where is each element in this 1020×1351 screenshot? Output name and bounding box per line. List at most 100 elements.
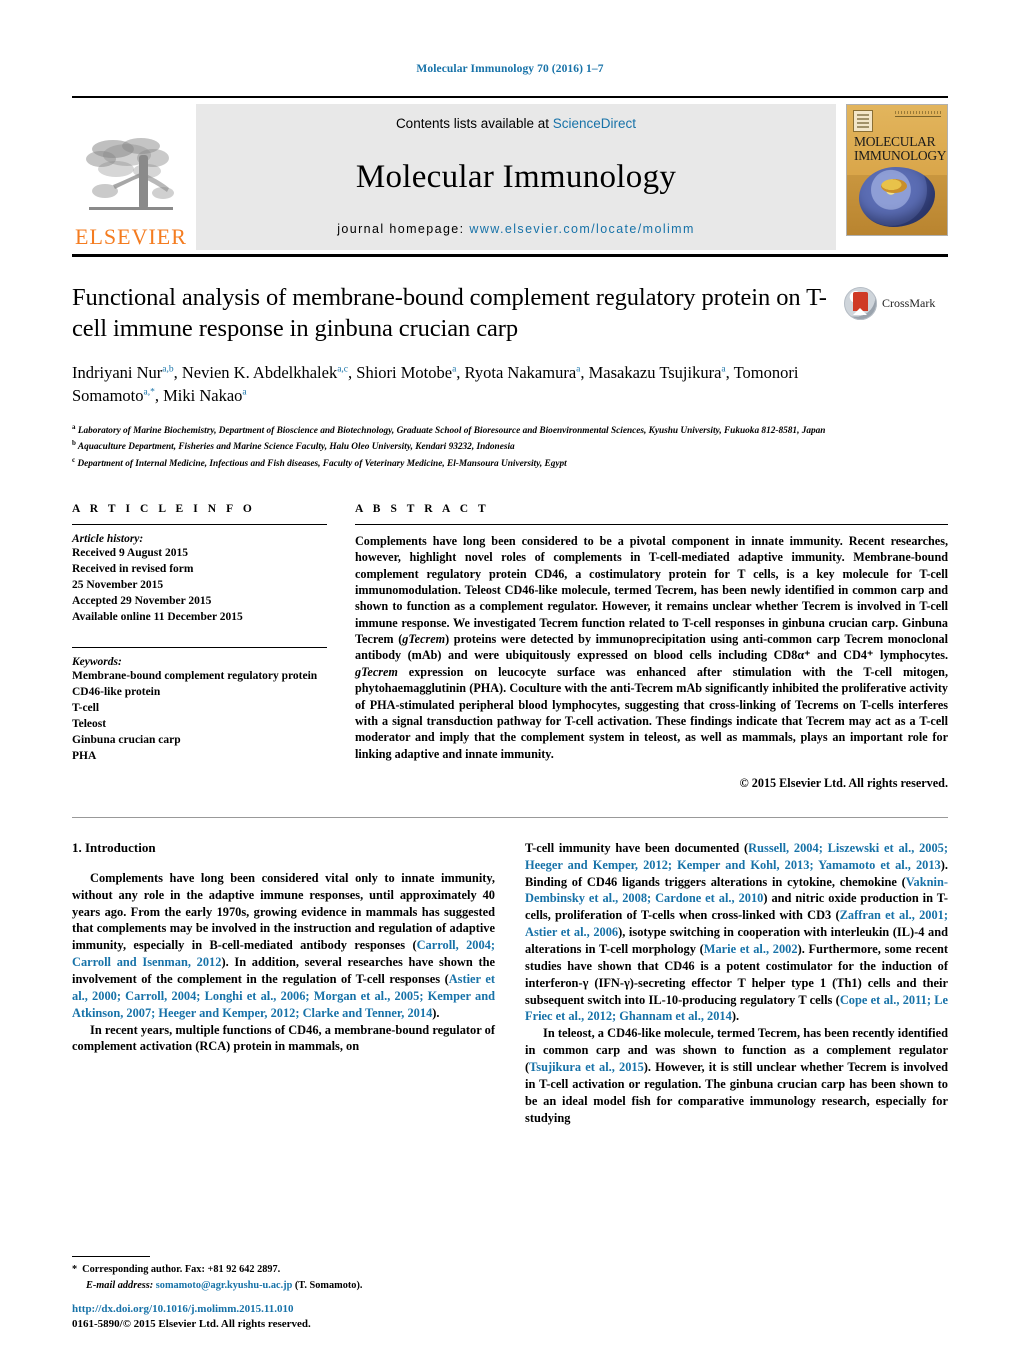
keyword-item: Membrane-bound complement regulatory pro… [72,670,318,683]
article-history-list: Received 9 August 2015 Received in revis… [72,546,327,625]
body-column-left: 1. Introduction Complements have long be… [72,840,495,1127]
abstract-column: A B S T R A C T Complements have long be… [355,503,948,791]
affiliation-mark: a [72,422,76,431]
keyword-item: Teleost [72,717,107,730]
author-affiliation-mark: a,* [143,387,155,398]
abstract-copyright: © 2015 Elsevier Ltd. All rights reserved… [739,775,948,790]
author-affiliation-mark: a [242,387,247,398]
author-affiliation-mark: a,c [337,364,349,375]
running-head: Molecular Immunology 70 (2016) 1–7 [416,63,604,75]
doi-block: http://dx.doi.org/10.1016/j.molimm.2015.… [72,1302,311,1333]
keywords-divider [72,647,327,649]
footnote-line-1: * Corresponding author. Fax: +81 92 642 2… [72,1262,497,1277]
crossmark-label: CrossMark [882,296,936,310]
abstract-paragraph: Complements have long been considered to… [355,533,948,762]
author-affiliation-mark: a,b [162,364,174,375]
crossmark-badge[interactable]: CrossMark [844,283,948,320]
info-abstract-row: A R T I C L E I N F O Article history: R… [72,503,948,791]
keyword-item: Ginbuna crucian carp [72,733,181,746]
intro-paragraph-3: In teleost, a CD46-like molecule, termed… [525,1025,948,1126]
body-top-divider [72,816,948,818]
issn-copyright-line: 0161-5890/© 2015 Elsevier Ltd. All right… [72,1318,311,1331]
sciencedirect-link[interactable]: ScienceDirect [553,116,636,131]
article-page: Molecular Immunology 70 (2016) 1–7 ELSEV… [0,0,1020,1351]
abstract-text-1: Complements have long been considered to… [355,534,948,647]
keyword-item: CD46-like protein [72,686,161,699]
affiliation-mark: c [72,455,76,464]
author-list: Indriyani Nura,b, Nevien K. Abdelkhaleka… [72,361,830,408]
footnote-email-suffix: (T. Somamoto). [294,1279,363,1291]
citation-link[interactable]: Marie et al., 2002 [704,942,798,956]
body-column-right: T-cell immunity have been documented (Ru… [525,840,948,1127]
homepage-url-link[interactable]: www.elsevier.com/locate/molimm [469,222,694,236]
journal-cover-thumbnail: MOLECULAR IMMUNOLOGY [846,104,948,236]
citation-link[interactable]: Tsujikura et al., 2015 [529,1060,644,1074]
section-heading-introduction: 1. Introduction [72,839,156,855]
author-name: Shiori Motobe [356,362,453,382]
history-item: Accepted 29 November 2015 [72,594,212,607]
keywords-block: Keywords: Membrane-bound complement regu… [72,647,327,764]
author-name: Masakazu Tsujikura [588,362,722,382]
author-name: Miki Nakao [163,386,243,406]
footnote-star-mark: * [72,1264,78,1276]
intro-paragraph-1-continued: T-cell immunity have been documented (Ru… [525,840,948,1025]
page-title: Functional analysis of membrane-bound co… [72,284,827,342]
author-affiliation-mark: a [721,364,726,375]
affiliation-text: Laboratory of Marine Biochemistry, Depar… [77,425,826,436]
article-history-label: Article history: [72,533,144,546]
title-area: Functional analysis of membrane-bound co… [72,283,948,408]
cover-journal-name: MOLECULAR IMMUNOLOGY [854,134,947,163]
author-affiliation-mark: a [576,364,581,375]
journal-title: Molecular Immunology [355,158,677,195]
abstract-text-3: expression on leucocyte surface was enha… [355,664,948,761]
abstract-divider [355,524,948,526]
contents-prefix: Contents lists available at [395,116,553,131]
affiliation-text: Department of Internal Medicine, Infecti… [77,458,567,469]
article-info-divider [72,524,327,526]
history-item: Received 9 August 2015 [72,547,188,560]
intro-paragraph-1: Complements have long been considered vi… [72,870,495,1022]
affiliation-mark: b [72,439,76,448]
elsevier-tree-icon [86,138,174,210]
affiliation-item: a Laboratory of Marine Biochemistry, Dep… [72,422,948,439]
cover-journal-name-line1: MOLECULAR [854,134,936,149]
crossmark-icon [844,287,877,320]
elsevier-logo: ELSEVIER [72,104,190,250]
affiliation-item: b Aquaculture Department, Fisheries and … [72,438,948,455]
homepage-label: journal homepage: [337,222,470,236]
affiliation-text: Aquaculture Department, Fisheries and Ma… [77,442,515,453]
intro-text: ). [731,1009,740,1024]
author-affiliation-mark: a [452,364,457,375]
cover-publisher-badge-icon [853,110,873,132]
abstract-italic-1: gTecrem [402,632,446,647]
footnote-body: * Corresponding author. Fax: +81 92 642 2… [72,1262,497,1293]
corresponding-author-footnote: * Corresponding author. Fax: +81 92 642 2… [72,1256,497,1293]
title-and-authors: Functional analysis of membrane-bound co… [72,283,844,408]
history-item: 25 November 2015 [72,578,164,591]
journal-band: Contents lists available at ScienceDirec… [196,104,836,250]
keyword-item: T-cell [72,702,100,715]
footnote-divider [72,1256,150,1258]
footnote-line-2: E-mail address: somamoto@agr.kyushu-u.ac… [72,1278,497,1293]
keywords-label: Keywords: [72,656,122,669]
footnote-email-label: E-mail address: [86,1279,154,1291]
author-name: Nevien K. Abdelkhalek [181,362,338,382]
affiliation-item: c Department of Internal Medicine, Infec… [72,455,948,472]
body-columns: 1. Introduction Complements have long be… [72,840,948,1127]
contents-available-line: Contents lists available at ScienceDirec… [396,116,636,131]
doi-link[interactable]: http://dx.doi.org/10.1016/j.molimm.2015.… [72,1302,311,1318]
elsevier-wordmark: ELSEVIER [75,224,187,249]
affiliation-list: a Laboratory of Marine Biochemistry, Dep… [72,422,948,472]
keyword-item: PHA [72,749,97,762]
article-info-column: A R T I C L E I N F O Article history: R… [72,503,355,764]
history-item: Available online 11 December 2015 [72,610,243,623]
intro-text: ). [432,1005,440,1020]
abstract-body: Complements have long been considered to… [355,533,948,762]
abstract-heading: A B S T R A C T [355,503,490,516]
author-line-1: Indriyani Nura,b, Nevien K. Abdelkhaleka… [72,362,589,382]
journal-masthead: ELSEVIER Contents lists available at Sci… [72,96,948,257]
author-name: Ryota Nakamura [464,362,577,382]
author-name: Indriyani Nur [72,362,163,382]
footnote-email-link[interactable]: somamoto@agr.kyushu-u.ac.jp [156,1280,293,1291]
journal-homepage-line: journal homepage: www.elsevier.com/locat… [337,222,695,236]
